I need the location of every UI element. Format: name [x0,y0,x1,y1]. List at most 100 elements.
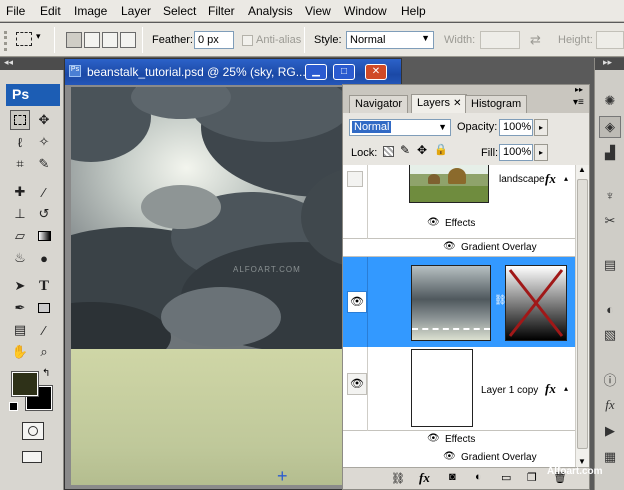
new-group-icon[interactable]: ▭ [501,471,511,484]
width-input[interactable] [480,31,520,49]
path-select-icon[interactable]: ➤ [10,276,30,296]
swatches-panel-icon[interactable]: ◐ [599,298,621,320]
type-tool-icon[interactable]: T [34,276,54,296]
eyedropper-tool-icon[interactable]: ⁄ [34,320,54,340]
collapse-triangle-icon[interactable]: ▴ [564,384,568,393]
fx-icon[interactable]: fx [545,381,556,397]
shape-tool-icon[interactable] [34,298,54,318]
close-button[interactable]: ✕ [365,64,387,80]
height-input[interactable] [596,31,624,49]
quick-mask-icon[interactable] [22,422,44,440]
collapse-icon[interactable]: ◂◂ [4,57,13,68]
scroll-up-arrow-icon[interactable]: ▲ [578,165,586,174]
scroll-thumb[interactable] [577,179,588,449]
menu-layer[interactable]: Layer [121,4,151,18]
eraser-tool-icon[interactable]: ▱ [10,226,30,246]
lock-transparency-icon[interactable] [383,146,394,157]
pen-tool-icon[interactable]: ✒ [10,298,30,318]
opacity-input[interactable]: 100% [499,119,533,136]
eye-icon[interactable]: 👁 [443,241,456,252]
tab-histogram[interactable]: Histogram [465,95,528,113]
swap-colors-icon[interactable]: ↰ [42,368,50,379]
hand-tool-icon[interactable]: ✋ [10,342,30,362]
styles-panel-icon[interactable]: ▧ [599,324,621,346]
eye-icon[interactable]: 👁 [347,291,367,313]
layers-scrollbar[interactable]: ▲ ▼ [575,165,589,471]
menu-edit[interactable]: Edit [40,4,61,18]
effect-row-gradient-overlay[interactable]: 👁 Gradient Overlay [343,449,575,467]
gradient-tool-icon[interactable] [34,226,54,246]
lasso-tool-icon[interactable]: ℓ [10,132,30,152]
menu-analysis[interactable]: Analysis [248,4,293,18]
blend-mode-select[interactable]: Normal ▼ [349,119,451,136]
actions-panel-icon[interactable]: ▶ [599,420,621,442]
close-tab-icon[interactable]: ✕ [453,98,461,109]
info-panel-icon[interactable]: ▤ [599,254,621,276]
antialias-checkbox[interactable] [242,35,253,46]
tool-presets-icon[interactable]: ✂ [599,210,621,232]
landscape-thumbnail[interactable] [409,165,489,203]
brush-tool-icon[interactable]: ∕ [34,182,54,202]
opacity-slider-button[interactable]: ▸ [534,119,548,136]
eye-icon[interactable]: 👁 [427,217,440,228]
zoom-tool-icon[interactable]: ⌕ [34,342,54,362]
panel-collapse-icon[interactable]: ▸▸ [575,85,583,94]
add-layer-style-icon[interactable]: fx [419,470,430,486]
subtract-selection-icon[interactable] [102,32,118,48]
dodge-tool-icon[interactable]: ● [34,248,54,268]
link-layers-icon[interactable]: ⛓ [391,472,405,485]
clone-stamp-icon[interactable]: ⊥ [10,204,30,224]
adjustment-layer-icon[interactable]: ◐ [475,471,482,483]
navigator-panel-icon[interactable]: ✺ [599,90,621,112]
effect-row-gradient-overlay[interactable]: 👁 Gradient Overlay [343,239,575,257]
add-selection-icon[interactable] [84,32,100,48]
ps-logo[interactable]: Ps [6,84,60,106]
slice-tool-icon[interactable]: ✎ [34,154,54,174]
fill-slider-button[interactable]: ▸ [534,144,548,161]
marquee-tool-icon[interactable] [10,110,30,130]
menu-select[interactable]: Select [163,4,196,18]
swap-arrows-icon[interactable]: ⇄ [530,32,541,48]
minimize-button[interactable]: ▁ [305,64,327,80]
effects-row[interactable]: 👁 Effects [343,431,575,449]
intersect-selection-icon[interactable] [120,32,136,48]
menu-filter[interactable]: Filter [208,4,235,18]
screen-mode-icon[interactable] [20,448,46,466]
grip-handle[interactable] [4,31,12,51]
brushes-panel-icon[interactable]: ♆ [599,184,621,206]
eye-icon[interactable]: 👁 [443,451,456,462]
menu-image[interactable]: Image [74,4,107,18]
new-layer-icon[interactable]: ❐ [527,471,537,484]
foreground-color-swatch-top[interactable] [11,371,39,397]
layers-panel-icon[interactable]: ◈ [599,116,621,138]
menu-help[interactable]: Help [401,4,426,18]
menu-window[interactable]: Window [344,4,387,18]
layer-row-landscape[interactable]: landscape fx ▴ 👁 Effects [343,165,575,239]
menu-view[interactable]: View [305,4,331,18]
history-panel-icon[interactable]: ▦ [599,446,621,468]
eye-icon[interactable]: 👁 [427,433,440,444]
add-mask-icon[interactable]: ◙ [449,471,456,483]
visibility-toggle-empty[interactable] [347,171,363,187]
blur-tool-icon[interactable]: ♨ [10,248,30,268]
fx-icon[interactable]: fx [545,171,556,187]
mask-thumbnail[interactable] [505,265,567,341]
expand-icon[interactable]: ▸▸ [603,57,612,68]
move-tool-icon[interactable]: ✥ [34,110,54,130]
document-title-bar[interactable]: Ps beanstalk_tutorial.psd @ 25% (sky, RG… [65,59,401,85]
default-colors-icon[interactable] [9,402,18,411]
eye-icon[interactable]: 👁 [347,373,367,395]
crop-tool-icon[interactable]: ⌗ [10,154,30,174]
tab-navigator[interactable]: Navigator [349,95,409,113]
layer-1-copy-thumbnail[interactable] [411,349,473,427]
sky-thumbnail[interactable] [411,265,491,341]
feather-input[interactable]: 0 px [194,31,234,49]
history-brush-icon[interactable]: ↺ [34,204,54,224]
magic-wand-tool-icon[interactable]: ✧ [34,132,54,152]
fill-input[interactable]: 100% [499,144,533,161]
rect-marquee-preset-icon[interactable] [16,32,32,46]
new-selection-icon[interactable] [66,32,82,48]
tab-layers[interactable]: Layers ✕ [411,94,468,113]
healing-brush-icon[interactable]: ✚ [10,182,30,202]
notes-tool-icon[interactable]: ▤ [10,320,30,340]
